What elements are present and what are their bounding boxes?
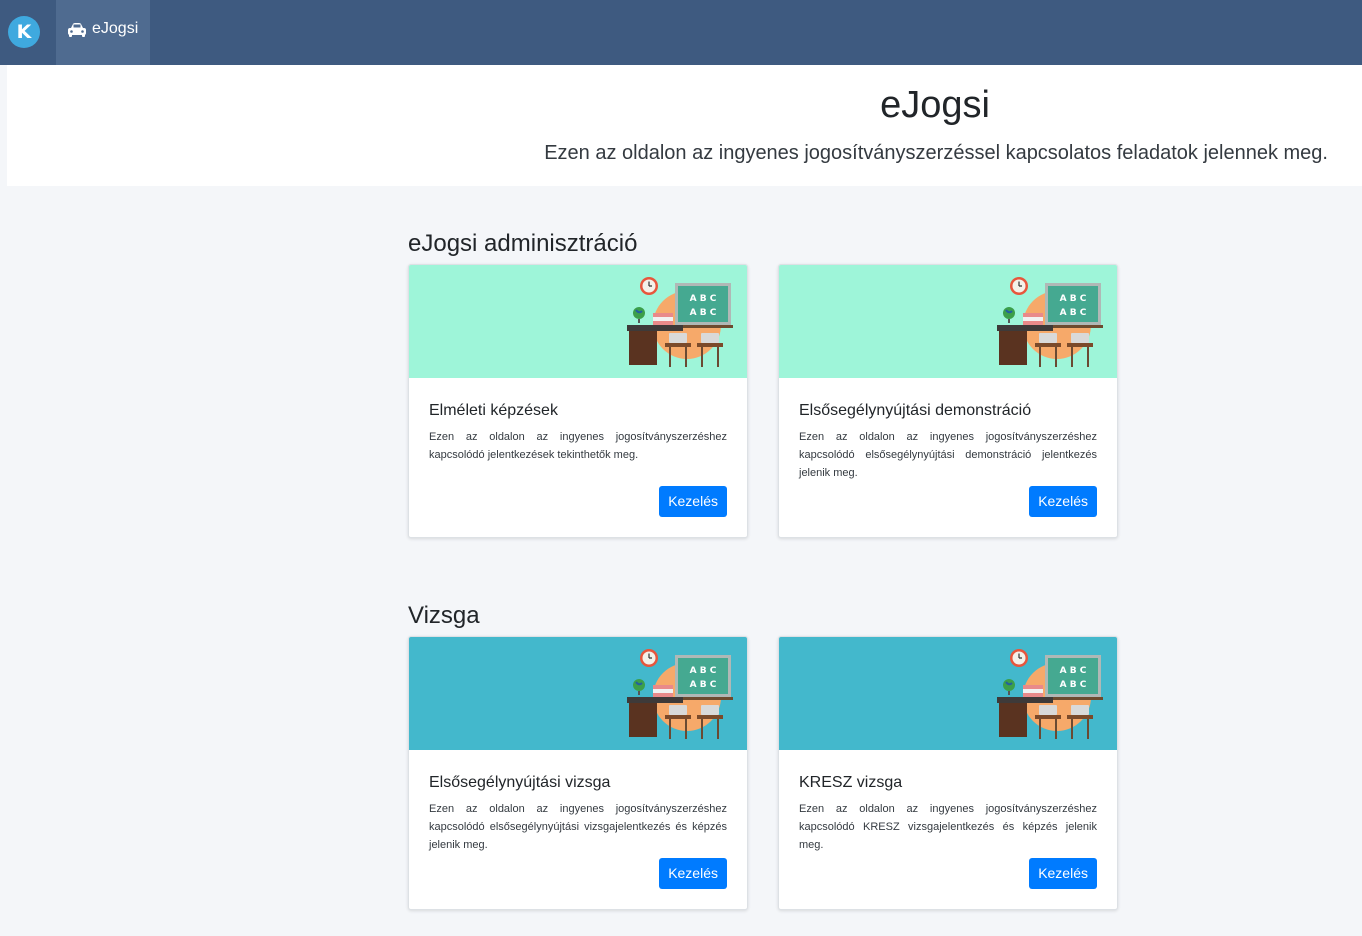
classroom-illustration: A B C A B C [997, 649, 1103, 739]
card-theory-training: A B C A B C Elméleti képzések Ezen az ol… [408, 264, 748, 538]
board-text-2: A B C [690, 680, 717, 690]
card-description: Ezen az oldalon az ingyenes jogosítványs… [429, 803, 727, 851]
card-description: Ezen az oldalon az ingyenes jogosítványs… [799, 803, 1097, 851]
logo-letter: K [16, 21, 32, 43]
card-banner: A B C A B C [779, 265, 1117, 378]
section-title-exam: Vizsga [408, 602, 480, 629]
card-title: Elméleti képzések [429, 402, 558, 419]
manage-button[interactable]: Kezelés [1029, 858, 1097, 889]
app-logo[interactable]: K [8, 16, 40, 48]
card-title: KRESZ vizsga [799, 774, 903, 791]
board-text-1: A B C [690, 666, 717, 676]
card-first-aid-demo: A B C A B C Elsősegélynyújtási demonstrá… [778, 264, 1118, 538]
card-first-aid-exam: A B C A B C Elsősegélynyújtási vizsga Ez… [408, 636, 748, 910]
board-text-2: A B C [690, 308, 717, 318]
manage-button[interactable]: Kezelés [659, 858, 727, 889]
card-banner: A B C A B C [779, 637, 1117, 750]
classroom-illustration: A B C A B C [627, 649, 733, 739]
manage-button[interactable]: Kezelés [1029, 486, 1097, 517]
card-description: Ezen az oldalon az ingyenes jogosítványs… [799, 431, 1097, 479]
page-header: eJogsi Ezen az oldalon az ingyenes jogos… [7, 65, 1362, 186]
nav-item-ejogsi[interactable]: eJogsi [56, 0, 150, 65]
board-text-1: A B C [690, 294, 717, 304]
card-title: Elsősegélynyújtási vizsga [429, 774, 611, 791]
top-navbar: K eJogsi [0, 0, 1362, 65]
board-text-1: A B C [1060, 294, 1087, 304]
card-banner: A B C A B C [409, 637, 747, 750]
board-text-2: A B C [1060, 308, 1087, 318]
card-kresz-exam: A B C A B C KRESZ vizsga Ezen az oldalon… [778, 636, 1118, 910]
nav-item-label: eJogsi [92, 20, 139, 37]
card-title: Elsősegélynyújtási demonstráció [799, 402, 1032, 419]
page-title: eJogsi [880, 84, 990, 126]
classroom-illustration: A B C A B C [997, 277, 1103, 367]
card-description: Ezen az oldalon az ingyenes jogosítványs… [429, 431, 727, 461]
board-text-2: A B C [1060, 680, 1087, 690]
page-subtitle: Ezen az oldalon az ingyenes jogosítványs… [544, 142, 1328, 164]
section-title-admin: eJogsi adminisztráció [408, 230, 638, 257]
board-text-1: A B C [1060, 666, 1087, 676]
card-banner: A B C A B C [409, 265, 747, 378]
classroom-illustration: A B C A B C [627, 277, 733, 367]
car-icon [68, 23, 86, 37]
manage-button[interactable]: Kezelés [659, 486, 727, 517]
